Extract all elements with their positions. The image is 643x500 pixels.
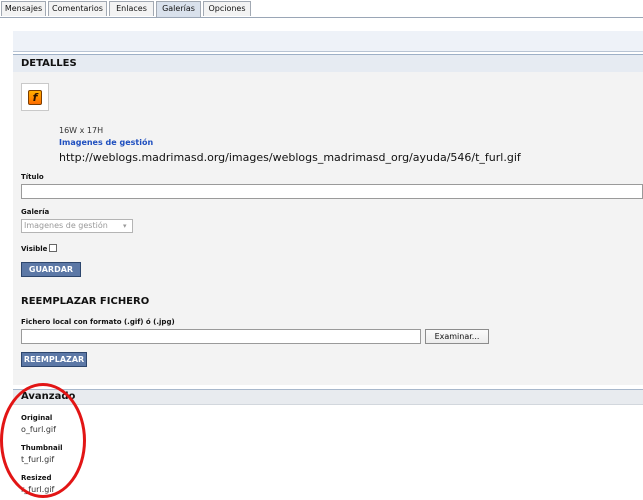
title-label: Título (21, 173, 44, 181)
details-panel: f 16W x 17H Imagenes de gestión http://w… (13, 72, 643, 385)
visible-label: Visible (21, 245, 48, 253)
tab-galerias[interactable]: Galerías (156, 1, 201, 17)
details-section-header: DETALLES (13, 54, 643, 72)
gallery-link[interactable]: Imagenes de gestión (59, 138, 153, 147)
replace-section-title: REEMPLAZAR FICHERO (21, 296, 150, 307)
image-dimensions: 16W x 17H (59, 126, 104, 135)
gallery-selected-value: Imagenes de gestión (24, 221, 108, 230)
chevron-down-icon: ▾ (123, 222, 127, 230)
title-input[interactable] (21, 184, 643, 199)
file-label: Fichero local con formato (.gif) ó (.jpg… (21, 318, 175, 326)
furl-icon: f (28, 90, 42, 105)
visible-checkbox[interactable] (49, 244, 57, 252)
image-thumbnail: f (21, 83, 49, 111)
page-header-bar (13, 31, 643, 52)
file-input[interactable] (21, 329, 421, 344)
browse-button[interactable]: Examinar... (425, 329, 489, 344)
tab-bar: Mensajes Comentarios Enlaces Galerías Op… (0, 0, 643, 18)
tab-enlaces[interactable]: Enlaces (109, 1, 154, 16)
save-button[interactable]: GUARDAR (21, 262, 81, 277)
replace-button[interactable]: REEMPLAZAR (21, 352, 87, 367)
image-url: http://weblogs.madrimasd.org/images/webl… (59, 151, 521, 164)
advanced-panel: Original o_furl.gif Thumbnail t_furl.gif… (13, 404, 643, 500)
gallery-select[interactable]: Imagenes de gestión ▾ (21, 219, 133, 233)
tab-comentarios[interactable]: Comentarios (48, 1, 107, 16)
gallery-label: Galería (21, 208, 50, 216)
annotation-ring (0, 383, 86, 498)
advanced-section-header: Avanzado (13, 389, 643, 404)
tab-mensajes[interactable]: Mensajes (1, 1, 46, 16)
tab-opciones[interactable]: Opciones (203, 1, 251, 16)
